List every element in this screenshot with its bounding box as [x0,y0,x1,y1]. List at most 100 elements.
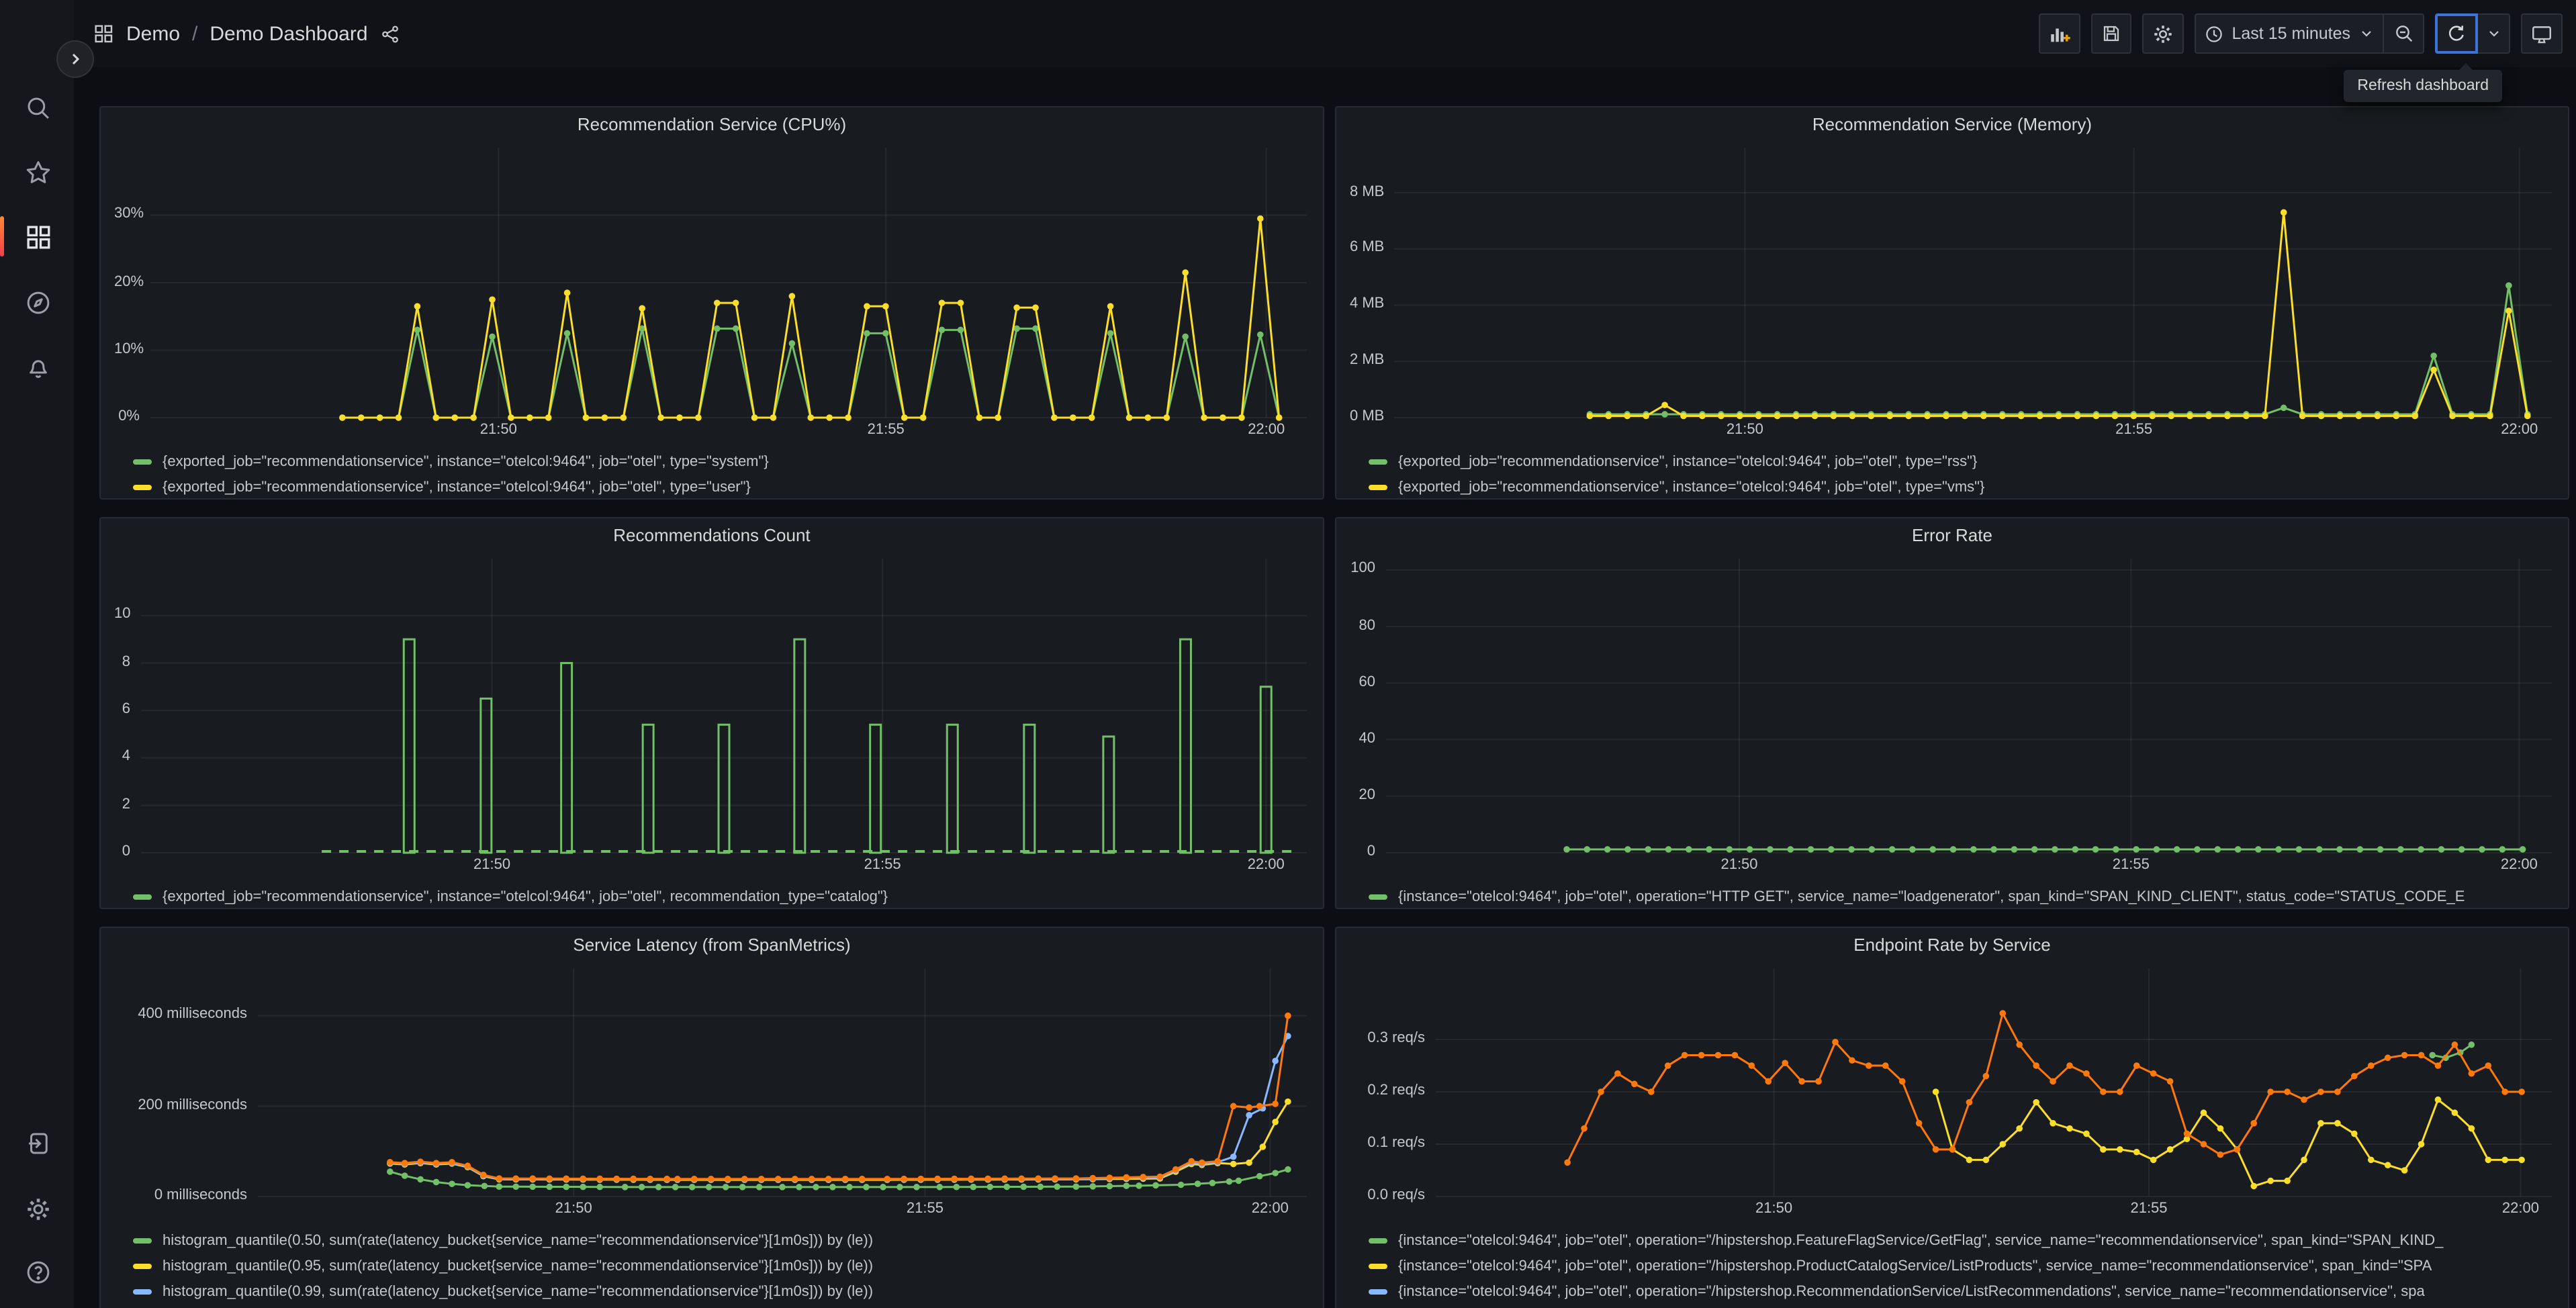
y-axis-tick: 0% [118,408,140,424]
breadcrumb-page[interactable]: Demo Dashboard [210,22,367,45]
legend-swatch [133,1263,152,1268]
chart-plot-area[interactable]: 0 milliseconds 200 milliseconds 400 millis… [138,968,1307,1217]
gear-icon [27,1198,48,1219]
legend-swatch [1369,894,1387,899]
save-dashboard-button[interactable] [2090,13,2131,54]
chart-plot-area[interactable]: 0% 10% 20% 30% 21:50 21:55 22:00 [114,148,1307,438]
legend-item[interactable]: histogram_quantile(0.999, sum(rate(laten… [133,1304,1312,1308]
legend-item[interactable]: {exported_job="recommendationservice", i… [1369,474,2557,500]
sidebar-item-help[interactable] [11,1245,64,1299]
legend-item[interactable]: histogram_quantile(0.95, sum(rate(latenc… [133,1253,1312,1278]
dashboard-settings-button[interactable] [2142,13,2184,54]
y-axis-tick: 2 [122,796,130,812]
refresh-interval-dropdown[interactable] [2478,13,2510,54]
legend-item[interactable]: {exported_job="recommendationservice", i… [133,449,1312,474]
refresh-button[interactable] [2435,13,2478,54]
legend-swatch [1369,1263,1387,1268]
zoom-out-button[interactable] [2384,13,2424,54]
chart-plot-area[interactable]: 0 MB 2 MB 4 MB 6 MB 8 MB 21:50 21:55 22:00 [1350,148,2552,438]
chevron-down-icon [2362,31,2371,37]
sidebar-item-sign-in[interactable] [11,1116,64,1170]
sidebar-item-search[interactable] [11,81,64,134]
legend: {instance="otelcol:9464", job="otel", op… [1369,1227,2557,1308]
y-axis-tick: 8 MB [1350,183,1385,199]
legend-label: {exported_job="recommendationservice", i… [163,453,769,469]
legend-item[interactable]: {exported_job="recommendationservice", i… [133,884,1312,909]
y-axis-tick: 0.2 req/s [1367,1082,1425,1099]
legend-swatch [1369,459,1387,464]
grafana-app: Demo / Demo Dashboard Last 15 minutes Re… [0,0,2576,1308]
y-axis-tick: 0.1 req/s [1367,1135,1425,1151]
time-range-picker[interactable]: Last 15 minutes [2194,13,2384,54]
star-icon [26,160,50,183]
x-axis-tick: 22:00 [2501,1201,2539,1217]
sidebar-item-alerting[interactable] [11,340,64,393]
y-axis-tick: 0 [1367,843,1375,859]
panel-title[interactable]: Recommendations Count [101,525,1323,555]
y-axis-tick: 0 milliseconds [154,1187,247,1203]
breadcrumb-section[interactable]: Demo [126,22,180,45]
legend: {exported_job="recommendationservice", i… [133,884,1312,909]
chart-plot-area[interactable]: 0 2 4 6 8 10 21:50 21:55 22:00 [114,559,1307,873]
sidebar-item-starred[interactable] [11,145,64,199]
x-axis-tick: 21:55 [906,1201,944,1217]
compass-icon [26,291,49,314]
legend-item[interactable]: {instance="otelcol:9464", job="otel", op… [1369,1253,2557,1278]
time-range-label: Last 15 minutes [2232,24,2351,43]
share-icon[interactable] [380,24,400,44]
panel-recommendation-service-cpu: Recommendation Service (CPU%) 0% 10% 20% 30%… [99,106,1324,500]
legend-label: {instance="otelcol:9464", job="otel", op… [1398,1258,2432,1274]
help-icon [26,1260,49,1283]
gear-icon [2154,25,2172,42]
legend-swatch [1369,1289,1387,1294]
time-controls: Last 15 minutes [2194,13,2424,54]
legend-swatch [1369,1237,1387,1243]
chart-plot-area[interactable]: 0.0 req/s 0.1 req/s 0.2 req/s 0.3 req/s 21:5… [1367,968,2552,1217]
kiosk-mode-button[interactable] [2521,13,2563,54]
panel-title[interactable]: Recommendation Service (CPU%) [101,114,1323,144]
y-axis-tick: 4 MB [1350,295,1385,312]
panel-recommendations-count: Recommendations Count 0 2 4 6 8 10 21:50 21:55 22… [99,517,1324,909]
y-axis-tick: 60 [1359,673,1376,690]
legend-swatch [133,894,152,899]
y-axis-tick: 0 [122,843,130,859]
sidebar-item-explore[interactable] [11,275,64,329]
y-axis-tick: 0.0 req/s [1367,1187,1425,1203]
x-axis-tick: 21:55 [867,422,905,438]
panel-title[interactable]: Endpoint Rate by Service [1336,935,2568,964]
panel-title[interactable]: Recommendation Service (Memory) [1336,114,2568,144]
sidebar-item-dashboards[interactable] [0,209,64,263]
x-axis-tick: 21:55 [2115,422,2153,438]
legend-item[interactable]: histogram_quantile(0.99, sum(rate(latenc… [133,1278,1312,1304]
legend: histogram_quantile(0.50, sum(rate(latenc… [133,1227,1312,1308]
add-panel-button[interactable] [2038,13,2080,54]
y-axis-tick: 80 [1359,617,1376,634]
y-axis-tick: 0 MB [1350,408,1385,424]
panel-endpoint-rate-by-service: Endpoint Rate by Service 0.0 req/s 0.1 req… [1335,927,2569,1308]
sidebar-item-settings[interactable] [11,1182,64,1235]
legend-label: {instance="otelcol:9464", job="otel", op… [1398,1283,2425,1299]
panel-title[interactable]: Service Latency (from SpanMetrics) [101,935,1323,964]
legend-item[interactable]: {instance="otelcol:9464", job="otel", op… [1369,1304,2557,1308]
x-axis-tick: 22:00 [1247,857,1285,873]
breadcrumb-separator: / [192,22,198,45]
y-axis-tick: 20% [114,273,144,289]
x-axis-tick: 21:50 [1755,1201,1793,1217]
panel-title[interactable]: Error Rate [1336,525,2568,555]
legend-item[interactable]: {instance="otelcol:9464", job="otel", op… [1369,884,2557,909]
refresh-icon [2448,26,2464,41]
legend-item[interactable]: {exported_job="recommendationservice", i… [1369,449,2557,474]
chart-plot-area[interactable]: 0 20 40 60 80 100 21:50 21:55 22:00 [1350,559,2552,873]
panel-error-rate: Error Rate 0 20 40 60 80 100 21:50 21:55 22:00 {in… [1335,517,2569,909]
apps-icon [95,25,113,43]
legend-item[interactable]: {instance="otelcol:9464", job="otel", op… [1369,1278,2557,1304]
y-axis-tick: 30% [114,205,144,222]
legend-swatch [133,1237,152,1243]
legend-item[interactable]: {exported_job="recommendationservice", i… [133,474,1312,500]
expand-sidebar-button[interactable] [56,40,94,78]
legend-item[interactable]: {instance="otelcol:9464", job="otel", op… [1369,1227,2557,1253]
y-axis-tick: 200 milliseconds [138,1096,247,1113]
y-axis-tick: 2 MB [1350,352,1385,369]
y-axis-tick: 100 [1350,560,1375,577]
legend-item[interactable]: histogram_quantile(0.50, sum(rate(latenc… [133,1227,1312,1253]
